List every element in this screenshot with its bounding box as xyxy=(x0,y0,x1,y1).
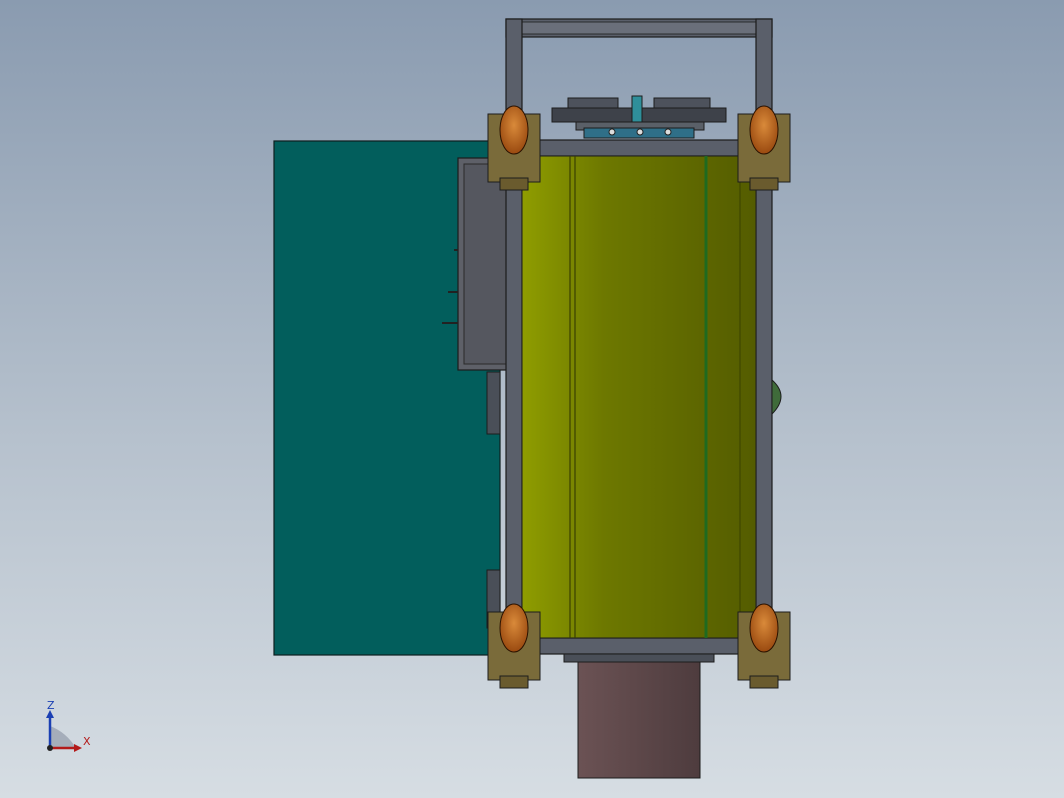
frame-top-rail-inner xyxy=(521,21,757,35)
caster-top-left[interactable] xyxy=(487,105,541,191)
gear-assembly[interactable] xyxy=(551,95,727,139)
chute-flange xyxy=(563,653,715,663)
side-knob[interactable] xyxy=(771,378,782,416)
cabinet-hinge-top xyxy=(486,371,501,435)
frame-cross-rail-lower xyxy=(521,637,757,655)
machine-model[interactable] xyxy=(0,0,1064,798)
frame-cross-rail-upper xyxy=(521,139,757,157)
x-axis-label: X xyxy=(83,735,91,748)
drum-body[interactable] xyxy=(521,155,757,639)
caster-top-right[interactable] xyxy=(737,105,791,191)
caster-bottom-left[interactable] xyxy=(487,603,541,689)
cad-viewport[interactable]: Z X xyxy=(0,0,1064,798)
discharge-chute[interactable] xyxy=(577,659,701,779)
z-axis-label: Z xyxy=(47,699,55,712)
caster-bottom-right[interactable] xyxy=(737,603,791,689)
